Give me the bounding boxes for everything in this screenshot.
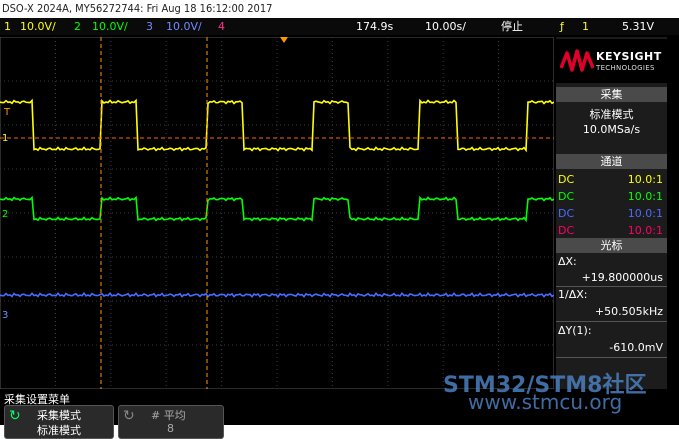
ch2-number[interactable]: 2: [74, 18, 81, 35]
trigger-slope-icon: ƒ: [560, 20, 564, 33]
ch4-number[interactable]: 4: [218, 18, 225, 35]
channel-coupling: DC: [558, 190, 575, 203]
ch2-marker[interactable]: 2: [2, 209, 8, 220]
cursor-divider: [556, 321, 667, 322]
channel-heading: 通道: [556, 154, 667, 169]
acquire-heading: 采集: [556, 87, 667, 102]
oscilloscope-screen: 1 10.0V/ 2 10.0V/ 3 10.0V/ 4 174.9s 10.0…: [0, 18, 679, 439]
rotate-knob-icon: ↻: [9, 408, 21, 424]
cursor-heading: 光标: [556, 238, 667, 253]
delta-x-value: +19.800000us: [581, 271, 663, 284]
sample-rate[interactable]: 10.0MSa/s: [556, 123, 667, 136]
channel-row[interactable]: DC 10.0:1: [556, 190, 667, 206]
ch3-number[interactable]: 3: [146, 18, 153, 35]
svg-text:2: 2: [2, 209, 8, 220]
inverse-delta-x-value: +50.505kHz: [594, 305, 663, 318]
waveform-grid[interactable]: 1 T 2 3: [0, 37, 554, 389]
trigger-level[interactable]: 5.31V: [622, 18, 654, 35]
ch1-scale[interactable]: 10.0V/: [20, 18, 56, 35]
channel-coupling: DC: [558, 173, 575, 186]
acquire-mode[interactable]: 标准模式: [556, 106, 667, 122]
brand-sub: TECHNOLOGIES: [596, 64, 655, 72]
side-panel: KEYSIGHT TECHNOLOGIES 采集 标准模式 10.0MSa/s …: [556, 37, 667, 389]
run-state[interactable]: 停止: [501, 18, 523, 35]
channel-coupling: DC: [558, 224, 575, 237]
average-softkey[interactable]: ↻ # 平均 8: [118, 405, 224, 439]
ch1-marker[interactable]: 1: [2, 133, 8, 144]
ch3-marker[interactable]: 3: [2, 310, 8, 321]
keysight-wave-icon: [560, 49, 594, 72]
inverse-delta-x-label: 1/ΔX:: [558, 288, 588, 301]
acquire-mode-softkey[interactable]: ↻ 采集模式 标准模式: [4, 405, 114, 439]
cursor-divider: [556, 357, 667, 358]
brand-name: KEYSIGHT: [596, 50, 662, 63]
channel-coupling: DC: [558, 207, 575, 220]
delta-x-label: ΔX:: [558, 255, 577, 268]
ch1-number[interactable]: 1: [4, 18, 11, 35]
cursor-divider: [556, 286, 667, 287]
ch3-scale[interactable]: 10.0V/: [166, 18, 202, 35]
trigger-level-marker[interactable]: T: [3, 107, 11, 118]
softkey-title: # 平均: [151, 409, 186, 422]
channel-probe: 10.0:1: [627, 207, 663, 220]
delta-y-value: -610.0mV: [609, 341, 663, 354]
timebase[interactable]: 10.00s/: [425, 18, 466, 35]
watermark-url: www.stmcu.org: [468, 390, 623, 414]
svg-text:T: T: [3, 107, 11, 118]
channel-probe: 10.0:1: [627, 173, 663, 186]
keysight-logo: KEYSIGHT TECHNOLOGIES: [556, 39, 667, 83]
softkey-title: 采集模式: [37, 409, 81, 422]
softkey-value: 8: [167, 422, 174, 435]
channel-row[interactable]: DC 10.0:1: [556, 207, 667, 223]
svg-text:1: 1: [2, 133, 8, 144]
window-title: DSO-X 2024A, MY56272744: Fri Aug 18 16:1…: [0, 0, 679, 18]
trigger-source[interactable]: 1: [582, 18, 589, 35]
softkey-value: 标准模式: [37, 424, 81, 437]
ch2-scale[interactable]: 10.0V/: [92, 18, 128, 35]
channel-probe: 10.0:1: [627, 224, 663, 237]
channel-row[interactable]: DC 10.0:1: [556, 173, 667, 189]
rotate-knob-icon: ↻: [123, 408, 135, 424]
channel-probe: 10.0:1: [627, 190, 663, 203]
trigger-position[interactable]: 174.9s: [356, 18, 393, 35]
delta-y-label: ΔY(1):: [558, 324, 592, 337]
status-bar: 1 10.0V/ 2 10.0V/ 3 10.0V/ 4 174.9s 10.0…: [0, 18, 679, 35]
svg-text:3: 3: [2, 310, 8, 321]
